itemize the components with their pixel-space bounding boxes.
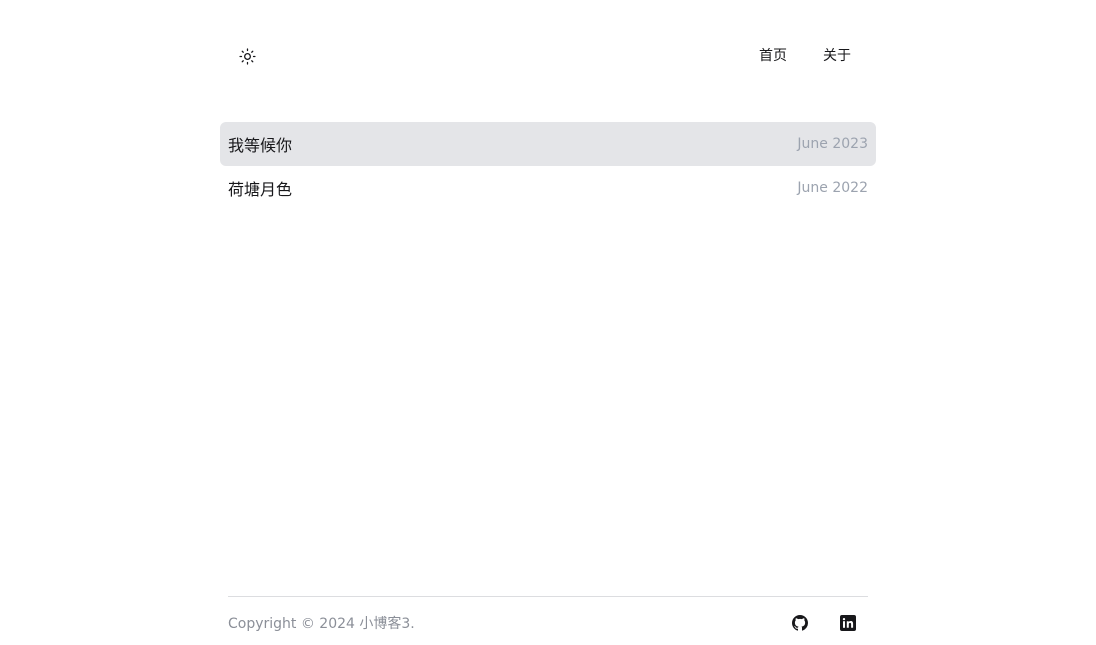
nav-link-about[interactable]: 关于: [811, 36, 863, 76]
post-date: June 2023: [797, 136, 868, 152]
linkedin-icon: [840, 615, 856, 631]
footer-divider: [228, 596, 868, 597]
github-link[interactable]: [788, 611, 812, 635]
site-footer: Copyright © 2024 小博客3.: [228, 607, 868, 639]
github-icon: [792, 615, 808, 631]
site-header: 首页 关于: [220, 36, 876, 76]
post-date: June 2022: [797, 180, 868, 196]
sun-icon: [238, 47, 256, 65]
linkedin-link[interactable]: [836, 611, 860, 635]
post-item[interactable]: 荷塘月色 June 2022: [220, 166, 876, 210]
post-title: 荷塘月色: [228, 180, 293, 199]
main-container: 首页 关于 我等候你 June 2023 荷塘月色 June 2022 Copy…: [220, 0, 876, 645]
theme-toggle-button[interactable]: [227, 36, 267, 76]
page: 首页 关于 我等候你 June 2023 荷塘月色 June 2022 Copy…: [0, 0, 1096, 645]
post-item[interactable]: 我等候你 June 2023: [220, 122, 876, 166]
main-nav: 首页 关于: [747, 36, 863, 76]
social-links: [788, 611, 860, 635]
nav-link-home[interactable]: 首页: [747, 36, 799, 76]
copyright-text: Copyright © 2024 小博客3.: [228, 616, 415, 632]
post-title: 我等候你: [228, 136, 293, 155]
post-list: 我等候你 June 2023 荷塘月色 June 2022: [220, 122, 876, 210]
